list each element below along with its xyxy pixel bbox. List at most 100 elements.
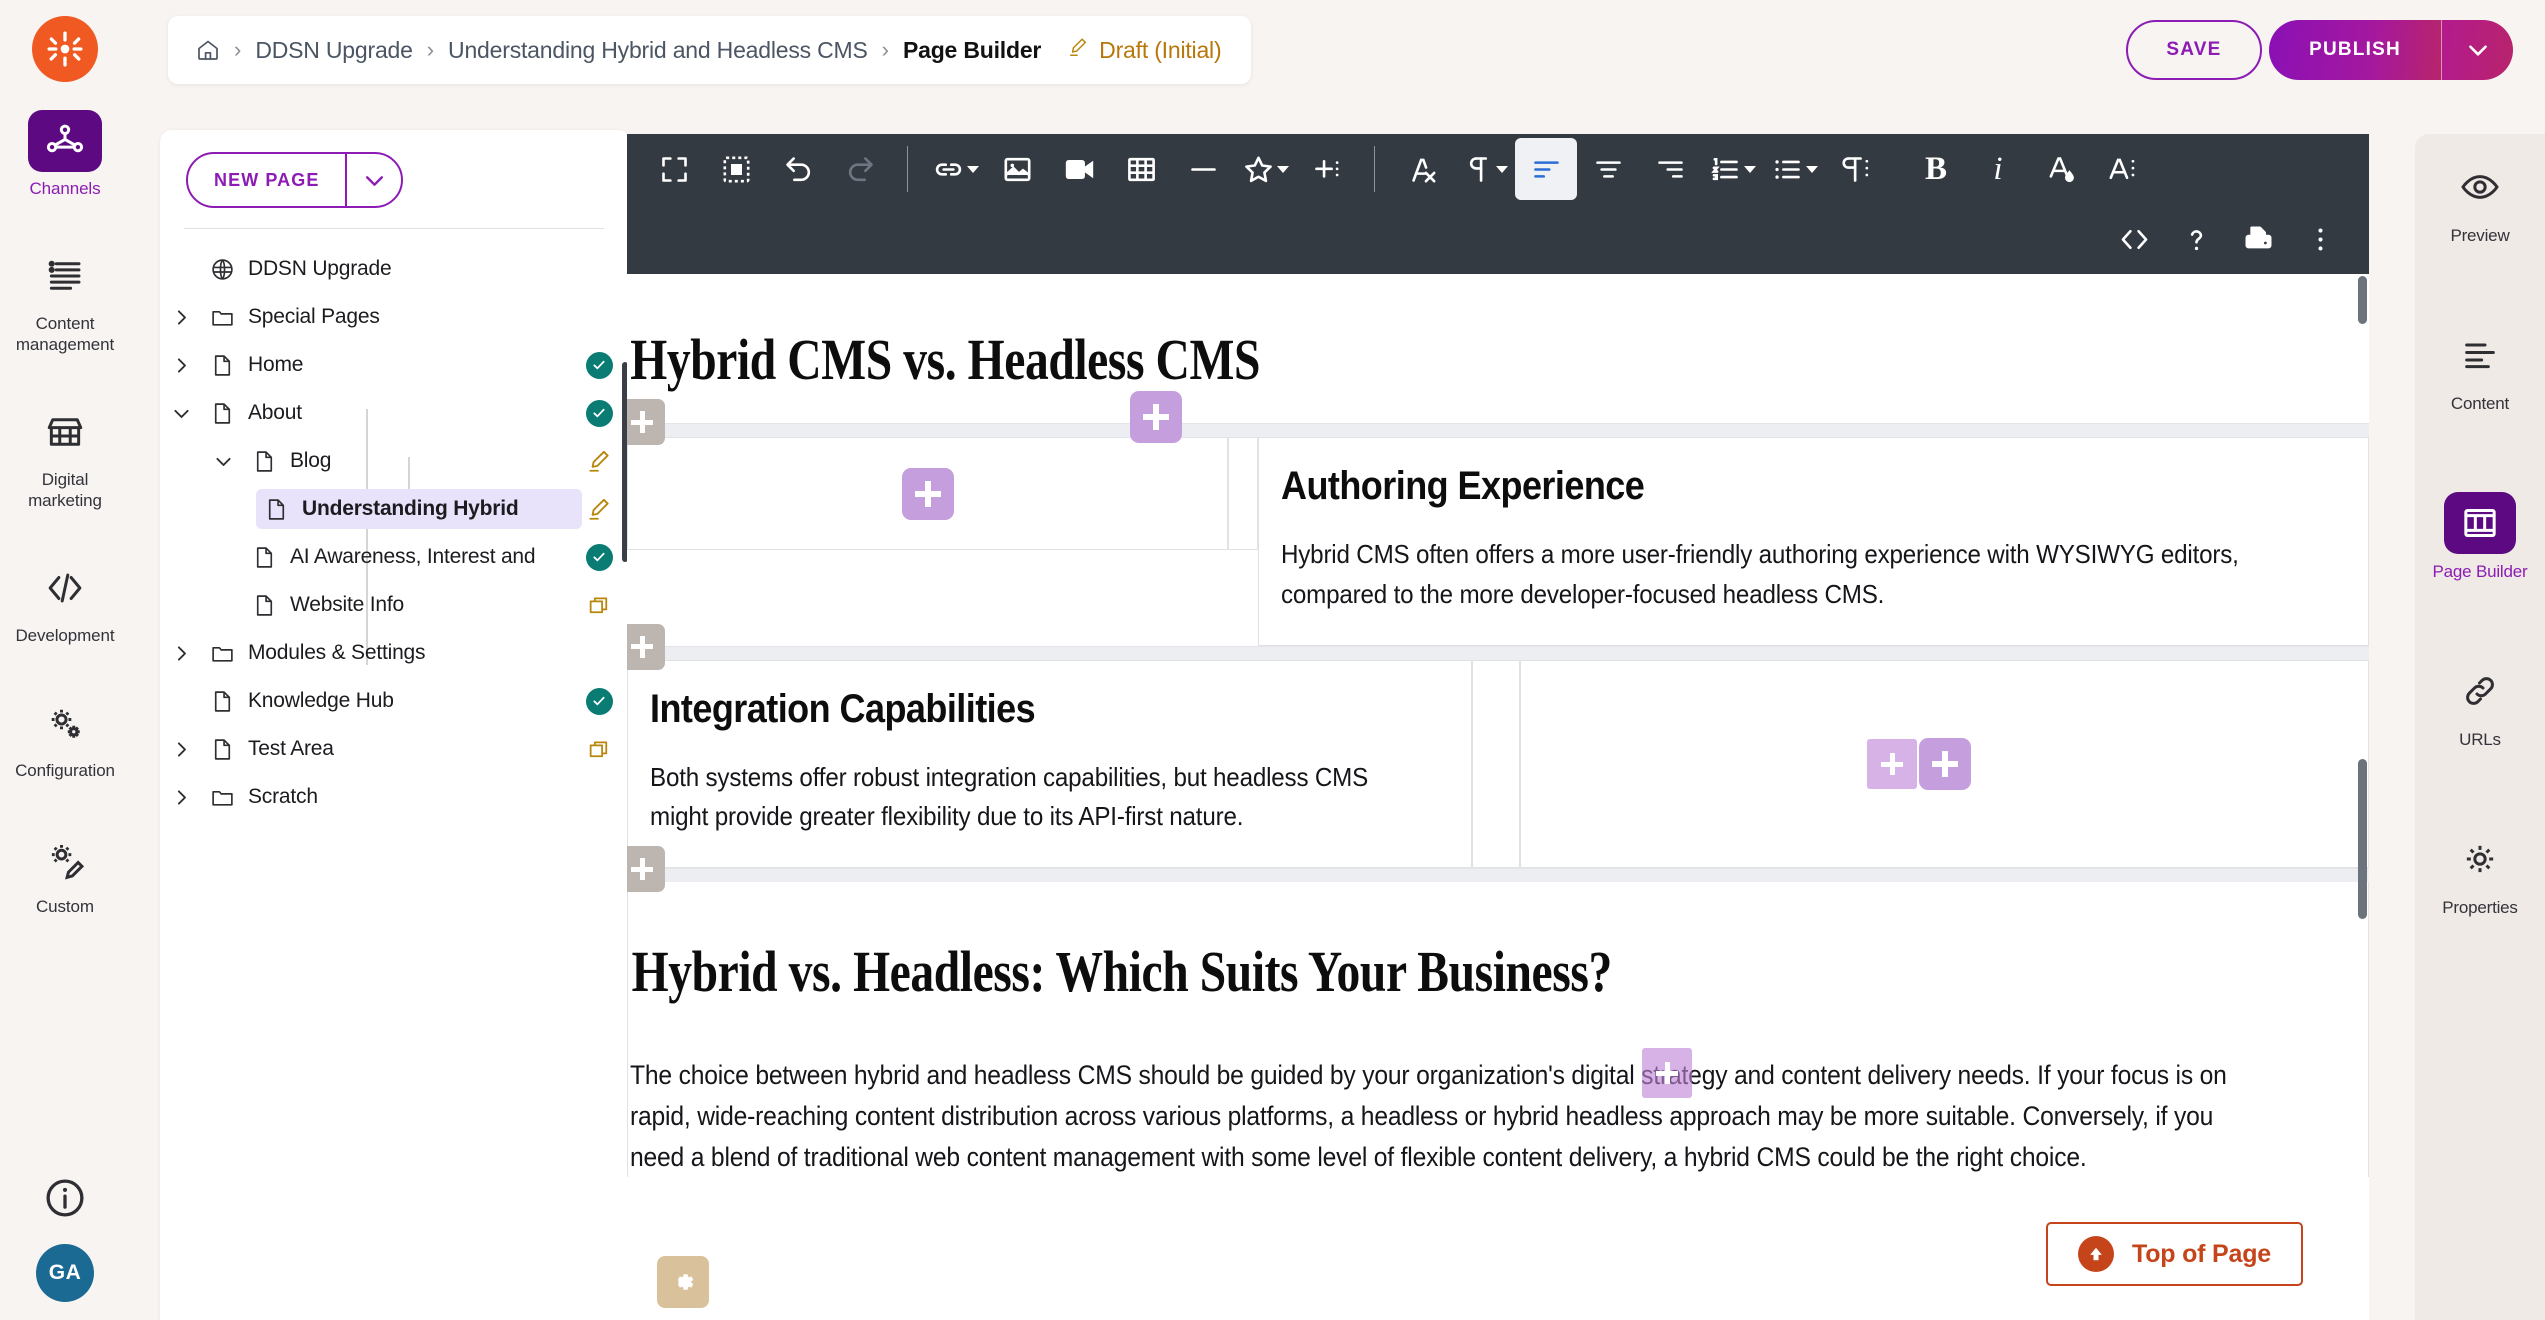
chevron-right-icon[interactable] [160,355,202,376]
add-section-button[interactable] [627,846,665,893]
align-left-icon[interactable] [1515,138,1577,200]
chevron-right-icon[interactable] [160,739,202,760]
page-title: Hybrid CMS vs. Headless CMS [630,327,1261,392]
nav-item-configuration[interactable]: Configuration [0,680,130,795]
tree-row-about[interactable]: About [160,389,630,437]
info-circle-icon[interactable] [43,1176,87,1220]
align-right-icon[interactable] [1639,138,1701,200]
chevron-down-icon[interactable] [202,451,244,472]
tree-row-ai-awareness[interactable]: AI Awareness, Interest and [160,533,630,581]
italic-icon[interactable]: i [1967,138,2029,200]
section-divider [627,623,2369,670]
section-settings-button[interactable] [657,1256,709,1308]
special-character-icon[interactable] [1234,138,1296,200]
tree-row-modules-settings[interactable]: Modules & Settings [160,629,630,677]
bold-icon[interactable]: B [1905,138,1967,200]
insert-table-icon[interactable] [1110,138,1172,200]
kentico-asterisk-logo[interactable] [32,16,98,82]
empty-widget-zone[interactable] [1520,659,2369,869]
add-widget-button-overlay-authoring[interactable] [1867,739,1917,789]
nav-item-content-management[interactable]: Content management [0,233,130,369]
toolbar-row-secondary [627,204,2369,274]
empty-widget-zone[interactable] [627,437,1228,550]
nav-item-channels[interactable]: Channels [0,98,130,213]
tree-row-test-area[interactable]: Test Area [160,725,630,773]
add-section-button[interactable] [627,623,665,670]
gear-icon [2444,828,2516,890]
print-icon[interactable] [2227,208,2289,270]
widget-card-authoring-experience[interactable]: Authoring Experience Hybrid CMS often of… [1258,437,2369,646]
tree-row-home[interactable]: Home [160,341,630,389]
redo-icon[interactable] [829,138,891,200]
pencil-draft-icon [1067,36,1089,64]
tree-row-scratch[interactable]: Scratch [160,773,630,821]
nav-item-development[interactable]: Development [0,545,130,660]
status-badge-published [582,687,616,715]
publish-button[interactable]: PUBLISH [2269,20,2441,80]
tool-urls[interactable]: URLs [2415,638,2545,770]
add-widget-button-overlay-integration[interactable] [1642,1048,1692,1098]
nav-label: Configuration [15,761,115,781]
more-options-icon[interactable] [2289,208,2351,270]
section-paragraph: The choice between hybrid and headless C… [630,1060,2227,1172]
tool-preview[interactable]: Preview [2415,134,2545,266]
insert-image-icon[interactable] [986,138,1048,200]
chevron-down-icon[interactable] [160,403,202,424]
tool-content[interactable]: Content [2415,302,2545,434]
code-view-icon[interactable] [2103,208,2165,270]
tree-row-website-info[interactable]: Website Info [160,581,630,629]
widget-card-integration-capabilities[interactable]: Integration Capabilities Both systems of… [627,659,1472,869]
new-page-button[interactable]: NEW PAGE [188,154,345,206]
unordered-list-icon[interactable] [1763,138,1825,200]
paragraph-format-icon[interactable] [1453,138,1515,200]
breadcrumb-item-1[interactable]: Understanding Hybrid and Headless CMS [448,37,868,64]
tool-properties[interactable]: Properties [2415,806,2545,938]
chevron-down-icon [1276,165,1289,173]
new-page-dropdown-button[interactable] [345,154,401,206]
fullscreen-icon[interactable] [643,138,705,200]
add-section-button[interactable] [627,399,665,445]
clear-formatting-icon[interactable] [1391,138,1453,200]
chevron-right-icon[interactable] [160,643,202,664]
add-widget-button[interactable] [901,467,954,520]
tree-row-root[interactable]: DDSN Upgrade [160,245,630,293]
horizontal-rule-icon[interactable] [1172,138,1234,200]
text-color-icon[interactable] [2029,138,2091,200]
tree-label: AI Awareness, Interest and [290,545,536,568]
chevron-right-icon[interactable] [160,307,202,328]
paragraph-style-icon[interactable] [1825,138,1887,200]
publish-dropdown-button[interactable] [2441,20,2513,80]
breadcrumb-item-0[interactable]: DDSN Upgrade [255,37,413,64]
select-all-icon[interactable] [705,138,767,200]
nav-item-custom[interactable]: Custom [0,816,130,931]
insert-more-icon[interactable] [1296,138,1358,200]
canvas-scrollbar-thumb-top[interactable] [2358,276,2367,324]
breadcrumb-item-2: Page Builder [902,36,1042,63]
canvas-scrollbar-thumb[interactable] [2358,759,2367,919]
tree-row-special-pages[interactable]: Special Pages [160,293,630,341]
undo-icon[interactable] [767,138,829,200]
tool-page-builder[interactable]: Page Builder [2415,470,2545,602]
globe-channel-icon [210,257,235,282]
font-size-icon[interactable] [2091,138,2153,200]
home-icon[interactable] [196,38,220,62]
code-brackets-icon [28,557,102,619]
chevron-right-icon[interactable] [160,787,202,808]
widget-card-conclusion[interactable]: Hybrid vs. Headless: Which Suits Your Bu… [627,882,2369,1178]
align-center-icon[interactable] [1577,138,1639,200]
tree-row-understanding-hybrid[interactable]: Understanding Hybrid [160,485,630,533]
avatar[interactable]: GA [36,1244,94,1302]
add-widget-button[interactable] [1918,737,1971,790]
nav-item-digital-marketing[interactable]: Digital marketing [0,389,130,525]
tree-row-blog[interactable]: Blog [160,437,630,485]
help-icon[interactable] [2165,208,2227,270]
tree-row-knowledge-hub[interactable]: Knowledge Hub [160,677,630,725]
status-badge[interactable]: Draft (Initial) [1067,36,1222,64]
insert-video-icon[interactable] [1048,138,1110,200]
top-of-page-button[interactable]: Top of Page [2046,1222,2303,1286]
add-widget-button[interactable] [1130,391,1182,443]
nav-label: Development [15,625,115,645]
ordered-list-icon[interactable] [1701,138,1763,200]
save-button[interactable]: SAVE [2126,20,2262,80]
insert-link-icon[interactable] [924,138,986,200]
